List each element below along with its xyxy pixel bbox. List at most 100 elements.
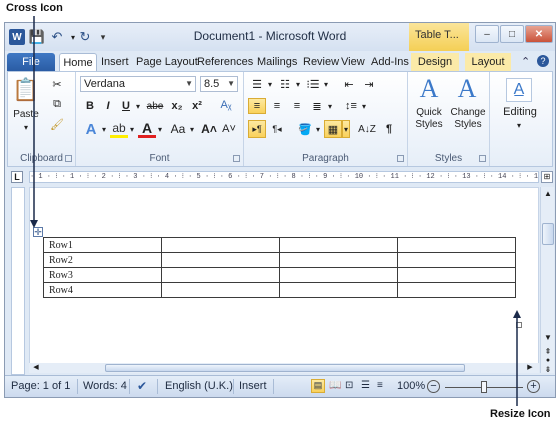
table-cell[interactable] xyxy=(279,252,398,268)
zoom-level[interactable]: 100% xyxy=(397,380,425,392)
clear-formatting-icon[interactable]: Aᵪ xyxy=(216,96,236,114)
word-app-icon[interactable]: W xyxy=(9,29,25,45)
show-formatting-marks-icon[interactable]: ¶ xyxy=(380,120,398,138)
underline-button[interactable]: U xyxy=(118,98,134,114)
tab-review[interactable]: Review xyxy=(303,53,339,71)
horizontal-scroll-thumb[interactable] xyxy=(105,364,465,372)
document-page[interactable]: ✛ Row1 Row2 Row3 Row4 xyxy=(29,187,539,373)
outline-view-icon[interactable]: ☰ xyxy=(361,380,370,391)
table-cell[interactable]: Row1 xyxy=(43,237,162,253)
change-styles-label-2[interactable]: Styles xyxy=(448,118,488,130)
previous-page-icon[interactable]: ⇞ xyxy=(542,347,554,357)
increase-indent-icon[interactable]: ⇥ xyxy=(360,76,378,92)
full-screen-reading-view-icon[interactable]: 📖 xyxy=(329,380,341,391)
table-cell[interactable] xyxy=(279,267,398,283)
table-cell[interactable] xyxy=(161,252,280,268)
highlight-dropdown-icon[interactable]: ▾ xyxy=(128,120,136,138)
line-spacing-dropdown-icon[interactable]: ▾ xyxy=(360,98,368,114)
cut-icon[interactable]: ✂ xyxy=(48,76,66,92)
copy-icon[interactable]: ⧉ xyxy=(48,96,66,112)
tab-page-layout[interactable]: Page Layout xyxy=(136,53,198,71)
tab-layout[interactable]: Layout xyxy=(465,53,511,71)
bold-button[interactable]: B xyxy=(82,98,98,114)
paragraph-launcher-icon[interactable] xyxy=(397,155,404,162)
tab-mailings[interactable]: Mailings xyxy=(257,53,297,71)
table-cell[interactable]: Row3 xyxy=(43,267,162,283)
align-left-button[interactable]: ≡ xyxy=(248,98,266,114)
font-size-dropdown[interactable]: 8.5 ▼ xyxy=(200,76,238,92)
change-case-button[interactable]: Aa xyxy=(168,120,188,138)
font-launcher-icon[interactable] xyxy=(233,155,240,162)
zoom-out-icon[interactable]: − xyxy=(427,380,440,393)
font-color-icon[interactable]: A xyxy=(138,120,156,138)
strikethrough-button[interactable]: abe xyxy=(144,98,166,114)
highlight-icon[interactable]: ab xyxy=(110,120,128,138)
tab-references[interactable]: References xyxy=(197,53,253,71)
editing-icon[interactable]: A̲ xyxy=(506,78,532,102)
line-spacing-icon[interactable]: ↕≡ xyxy=(342,98,360,114)
table-cell[interactable]: Row2 xyxy=(43,252,162,268)
shading-dropdown-icon[interactable]: ▾ xyxy=(314,120,322,138)
quick-styles-label-1[interactable]: Quick xyxy=(410,106,448,118)
table-cell[interactable] xyxy=(161,267,280,283)
zoom-in-icon[interactable]: + xyxy=(527,380,540,393)
font-name-dropdown[interactable]: Verdana ▼ xyxy=(80,76,196,92)
scroll-thumb[interactable] xyxy=(542,223,554,245)
multilevel-list-icon[interactable]: ⁝☰ xyxy=(304,76,322,92)
scroll-down-icon[interactable]: ▼ xyxy=(542,333,554,343)
vertical-ruler[interactable] xyxy=(11,187,25,375)
text-effects-dropdown-icon[interactable]: ▾ xyxy=(100,120,108,138)
table-cell[interactable] xyxy=(397,237,516,253)
insert-mode-indicator[interactable]: Insert xyxy=(239,380,267,392)
view-ruler-icon[interactable]: ⊞ xyxy=(541,171,553,183)
font-color-dropdown-icon[interactable]: ▾ xyxy=(156,120,164,138)
customize-qat-icon[interactable]: ▾ xyxy=(95,29,111,45)
zoom-slider-thumb[interactable] xyxy=(481,381,487,393)
editing-dropdown-icon[interactable]: ▾ xyxy=(514,120,524,130)
tab-design[interactable]: Design xyxy=(411,53,459,71)
table-cell[interactable] xyxy=(397,252,516,268)
minimize-button[interactable]: – xyxy=(475,25,499,43)
table-cell[interactable] xyxy=(397,267,516,283)
language-indicator[interactable]: English (U.K.) xyxy=(165,380,233,392)
change-case-dropdown-icon[interactable]: ▾ xyxy=(188,120,196,138)
page-count[interactable]: Page: 1 of 1 xyxy=(11,380,70,392)
text-effects-icon[interactable]: A xyxy=(82,120,100,138)
minimize-ribbon-icon[interactable]: ⌃ xyxy=(521,55,530,68)
justify-dropdown-icon[interactable]: ▾ xyxy=(326,98,334,114)
horizontal-ruler[interactable]: · 1 · ⁝ · 1 · ⁝ · 2 · ⁝ · 3 · ⁝ · 4 · ⁝ … xyxy=(29,171,539,183)
align-center-button[interactable]: ≡ xyxy=(268,98,286,114)
bullets-dropdown-icon[interactable]: ▾ xyxy=(266,76,274,92)
ltr-direction-button[interactable]: ▸¶ xyxy=(248,120,266,138)
numbering-icon[interactable]: ☷ xyxy=(276,76,294,92)
paste-button-label[interactable]: Paste xyxy=(10,108,42,120)
tab-file[interactable]: File xyxy=(7,53,55,71)
styles-launcher-icon[interactable] xyxy=(479,155,486,162)
quick-styles-label-2[interactable]: Styles xyxy=(410,118,448,130)
underline-dropdown-icon[interactable]: ▾ xyxy=(134,98,142,114)
tab-home[interactable]: Home xyxy=(59,53,97,71)
borders-icon[interactable]: ▦ xyxy=(324,120,342,138)
tab-selector-icon[interactable]: L xyxy=(11,171,23,183)
change-styles-icon[interactable]: A xyxy=(452,74,482,104)
superscript-button[interactable]: x² xyxy=(188,98,206,114)
scroll-left-icon[interactable]: ◀ xyxy=(31,363,41,373)
web-layout-view-icon[interactable]: ⊡ xyxy=(345,380,353,391)
shading-icon[interactable]: 🪣 xyxy=(296,120,314,138)
rtl-direction-button[interactable]: ¶◂ xyxy=(268,120,286,138)
proofing-icon[interactable]: ✔ xyxy=(137,379,147,393)
select-browse-object-icon[interactable]: ● xyxy=(542,357,554,365)
maximize-button[interactable]: □ xyxy=(500,25,524,43)
word-count[interactable]: Words: 4 xyxy=(83,380,127,392)
table-cell[interactable]: Row4 xyxy=(43,282,162,298)
italic-button[interactable]: I xyxy=(100,98,116,114)
align-right-button[interactable]: ≡ xyxy=(288,98,306,114)
shrink-font-button[interactable]: A˅ xyxy=(220,120,238,138)
table-cell[interactable] xyxy=(279,237,398,253)
borders-dropdown-icon[interactable]: ▾ xyxy=(342,120,350,138)
print-layout-view-icon[interactable]: ▤ xyxy=(311,379,325,393)
redo-icon[interactable]: ↻ xyxy=(77,29,93,45)
quick-styles-icon[interactable]: A xyxy=(414,74,444,104)
paste-dropdown-icon[interactable]: ▾ xyxy=(20,122,32,132)
tab-add-ins[interactable]: Add-Ins xyxy=(371,53,409,71)
